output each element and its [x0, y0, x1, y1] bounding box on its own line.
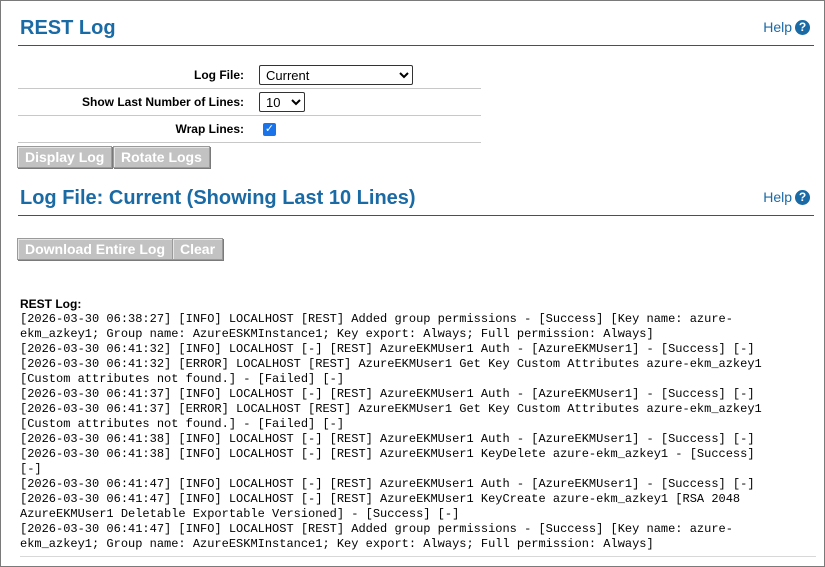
log-line: [2026-03-30 06:41:32] [ERROR] LOCALHOST … [20, 357, 762, 371]
question-circle-icon[interactable]: ? [795, 189, 810, 205]
wrap-lines-checkbox[interactable]: ✓ [263, 123, 276, 136]
show-lines-select[interactable]: 10 [259, 92, 305, 112]
log-line: [2026-03-30 06:41:47] [INFO] LOCALHOST [… [20, 477, 755, 491]
log-line: [2026-03-30 06:38:27] [INFO] LOCALHOST [… [20, 312, 733, 326]
log-line: [2026-03-30 06:41:47] [INFO] LOCALHOST [… [20, 522, 733, 536]
log-file-label: Log File: [194, 68, 244, 82]
log-line: ekm_azkey1; Group name: AzureESKMInstanc… [20, 537, 654, 551]
rest-log-header: REST Log Help ? [18, 17, 814, 46]
help-label[interactable]: Help [763, 19, 792, 35]
help-label[interactable]: Help [763, 189, 792, 205]
log-line: [Custom attributes not found.] - [Failed… [20, 372, 345, 386]
log-line: [2026-03-30 06:41:32] [INFO] LOCALHOST [… [20, 342, 755, 356]
log-line: ekm_azkey1; Group name: AzureESKMInstanc… [20, 327, 654, 341]
log-line: [-] [20, 462, 42, 476]
log-file-select[interactable]: Current [259, 65, 413, 85]
display-log-button[interactable]: Display Log [17, 146, 113, 168]
page-title: REST Log [20, 17, 116, 39]
log-line: [2026-03-30 06:41:37] [INFO] LOCALHOST [… [20, 387, 755, 401]
log-options-form: Log File: Current Show Last Number of Li… [18, 62, 481, 143]
log-line: [Custom attributes not found.] - [Failed… [20, 417, 345, 431]
show-lines-label: Show Last Number of Lines: [81, 95, 244, 109]
checkmark-icon: ✓ [264, 123, 275, 135]
help-link[interactable]: Help ? [763, 19, 810, 35]
log-label: REST Log: [20, 297, 82, 311]
section-title: Log File: Current (Showing Last 10 Lines… [20, 187, 416, 209]
clear-button[interactable]: Clear [172, 238, 224, 260]
help-link[interactable]: Help ? [763, 189, 810, 205]
log-line: [2026-03-30 06:41:38] [INFO] LOCALHOST [… [20, 447, 755, 461]
wrap-lines-label: Wrap Lines: [175, 122, 244, 136]
download-entire-log-button[interactable]: Download Entire Log [17, 238, 173, 260]
question-circle-icon[interactable]: ? [795, 19, 810, 35]
log-line: [2026-03-30 06:41:38] [INFO] LOCALHOST [… [20, 432, 755, 446]
log-line: [2026-03-30 06:41:37] [ERROR] LOCALHOST … [20, 402, 762, 416]
show-lines-row: Show Last Number of Lines: 10 [18, 89, 481, 116]
rotate-logs-button[interactable]: Rotate Logs [113, 146, 210, 168]
log-line: AzureEKMUser1 Deletable Exportable Versi… [20, 507, 460, 521]
wrap-lines-row: Wrap Lines: ✓ [18, 116, 481, 143]
log-file-row: Log File: Current [18, 62, 481, 89]
log-file-header: Log File: Current (Showing Last 10 Lines… [18, 187, 814, 216]
log-output: [2026-03-30 06:38:27] [INFO] LOCALHOST [… [20, 312, 816, 557]
log-line: [2026-03-30 06:41:47] [INFO] LOCALHOST [… [20, 492, 741, 506]
